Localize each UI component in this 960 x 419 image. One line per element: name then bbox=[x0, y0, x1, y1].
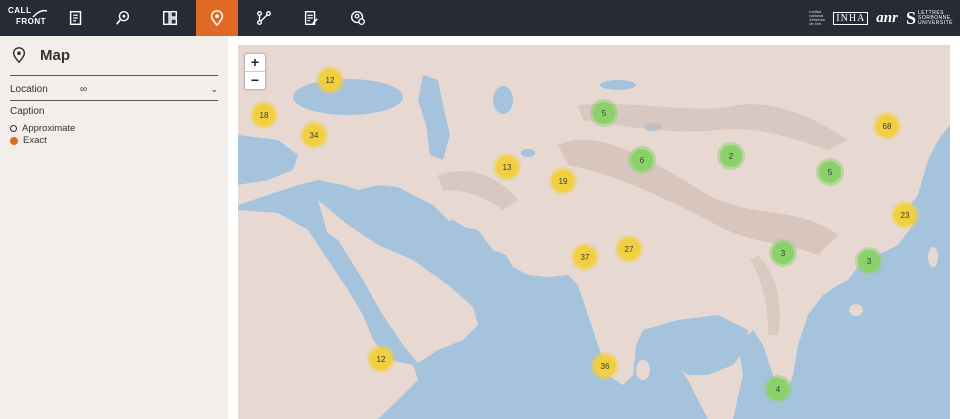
zoom-control: + − bbox=[244, 53, 266, 90]
map-view[interactable]: + − 12 18 34 5 6 2 68 13 19 5 23 37 27 3 3 12 36 4 bbox=[238, 45, 950, 419]
divider bbox=[10, 75, 218, 76]
map-cluster-marker[interactable]: 3 bbox=[772, 242, 794, 264]
map-cluster-marker[interactable]: 18 bbox=[253, 104, 275, 126]
location-select[interactable]: Location ∞ ⌄ bbox=[10, 80, 218, 98]
anr-logo: anr bbox=[876, 9, 898, 26]
map-cluster-marker[interactable]: 12 bbox=[319, 69, 341, 91]
logo-line1: CALL bbox=[8, 6, 32, 15]
inha-logo: INHA bbox=[833, 11, 869, 25]
divider bbox=[10, 100, 218, 101]
map-cluster-marker[interactable]: 19 bbox=[552, 170, 574, 192]
map-cluster-marker[interactable]: 5 bbox=[593, 102, 615, 124]
map-cluster-marker[interactable]: 3 bbox=[858, 250, 880, 272]
legend-label: Approximate bbox=[22, 123, 76, 134]
legend-approximate: Approximate bbox=[10, 123, 75, 134]
logo-swoosh-icon bbox=[32, 9, 48, 18]
map-cluster-marker[interactable]: 13 bbox=[496, 156, 518, 178]
callfront-logo[interactable]: CALL FRONT bbox=[6, 4, 48, 32]
sorbonne-logo: S LETTRES SORBONNE UNIVERSITÉ bbox=[905, 7, 954, 29]
caption-label: Caption bbox=[10, 106, 45, 117]
map-cluster-marker[interactable]: 68 bbox=[876, 115, 898, 137]
map-cluster-marker[interactable]: 23 bbox=[894, 204, 916, 226]
top-navigation-bar: CALL FRONT Institut national d'histoire … bbox=[0, 0, 960, 36]
location-value: ∞ bbox=[80, 83, 88, 95]
map-sidebar: Map Location ∞ ⌄ Caption Approximate Exa… bbox=[0, 36, 228, 419]
nav-settings-button[interactable] bbox=[337, 0, 379, 36]
search-pin-icon bbox=[116, 10, 130, 25]
nav-search-button[interactable] bbox=[102, 0, 144, 36]
map-pin-icon bbox=[12, 47, 26, 64]
nav-grid-button[interactable] bbox=[149, 0, 191, 36]
map-cluster-marker[interactable]: 4 bbox=[767, 378, 789, 400]
document-icon bbox=[69, 10, 82, 26]
map-cluster-marker[interactable]: 27 bbox=[618, 238, 640, 260]
inha-small-text: Institut national d'histoire de l'art bbox=[809, 9, 826, 26]
grid-icon bbox=[162, 10, 178, 26]
partner-logos: Institut national d'histoire de l'art IN… bbox=[809, 6, 952, 30]
settings-person-icon bbox=[350, 10, 365, 25]
sorbonne-text: LETTRES SORBONNE UNIVERSITÉ bbox=[918, 9, 954, 26]
map-cluster-marker[interactable]: 12 bbox=[370, 348, 392, 370]
map-cluster-marker[interactable]: 36 bbox=[594, 355, 616, 377]
nav-network-button[interactable] bbox=[243, 0, 285, 36]
sidebar-header: Map bbox=[10, 46, 70, 64]
map-cluster-marker[interactable]: 34 bbox=[303, 124, 325, 146]
map-cluster-marker[interactable]: 5 bbox=[819, 161, 841, 183]
legend-label: Exact bbox=[23, 135, 47, 146]
map-cluster-marker[interactable]: 2 bbox=[720, 145, 742, 167]
ring-marker-icon bbox=[10, 125, 17, 132]
nav-edit-list-button[interactable] bbox=[290, 0, 332, 36]
nav-map-button[interactable] bbox=[196, 0, 238, 36]
logo-line2: FRONT bbox=[16, 17, 47, 26]
map-pin-icon bbox=[210, 10, 224, 27]
zoom-out-button[interactable]: − bbox=[245, 71, 265, 89]
edit-list-icon bbox=[304, 11, 318, 25]
sorbonne-s: S bbox=[905, 7, 916, 28]
nav-documents-button[interactable] bbox=[55, 0, 97, 36]
page-title: Map bbox=[40, 46, 70, 64]
zoom-in-button[interactable]: + bbox=[245, 54, 265, 71]
location-label: Location bbox=[10, 83, 48, 95]
legend-exact: Exact bbox=[10, 135, 47, 146]
map-cluster-marker[interactable]: 6 bbox=[631, 149, 653, 171]
map-cluster-marker[interactable]: 37 bbox=[574, 246, 596, 268]
chevron-down-icon: ⌄ bbox=[210, 83, 218, 94]
network-icon bbox=[257, 11, 271, 25]
filled-marker-icon bbox=[10, 136, 18, 145]
